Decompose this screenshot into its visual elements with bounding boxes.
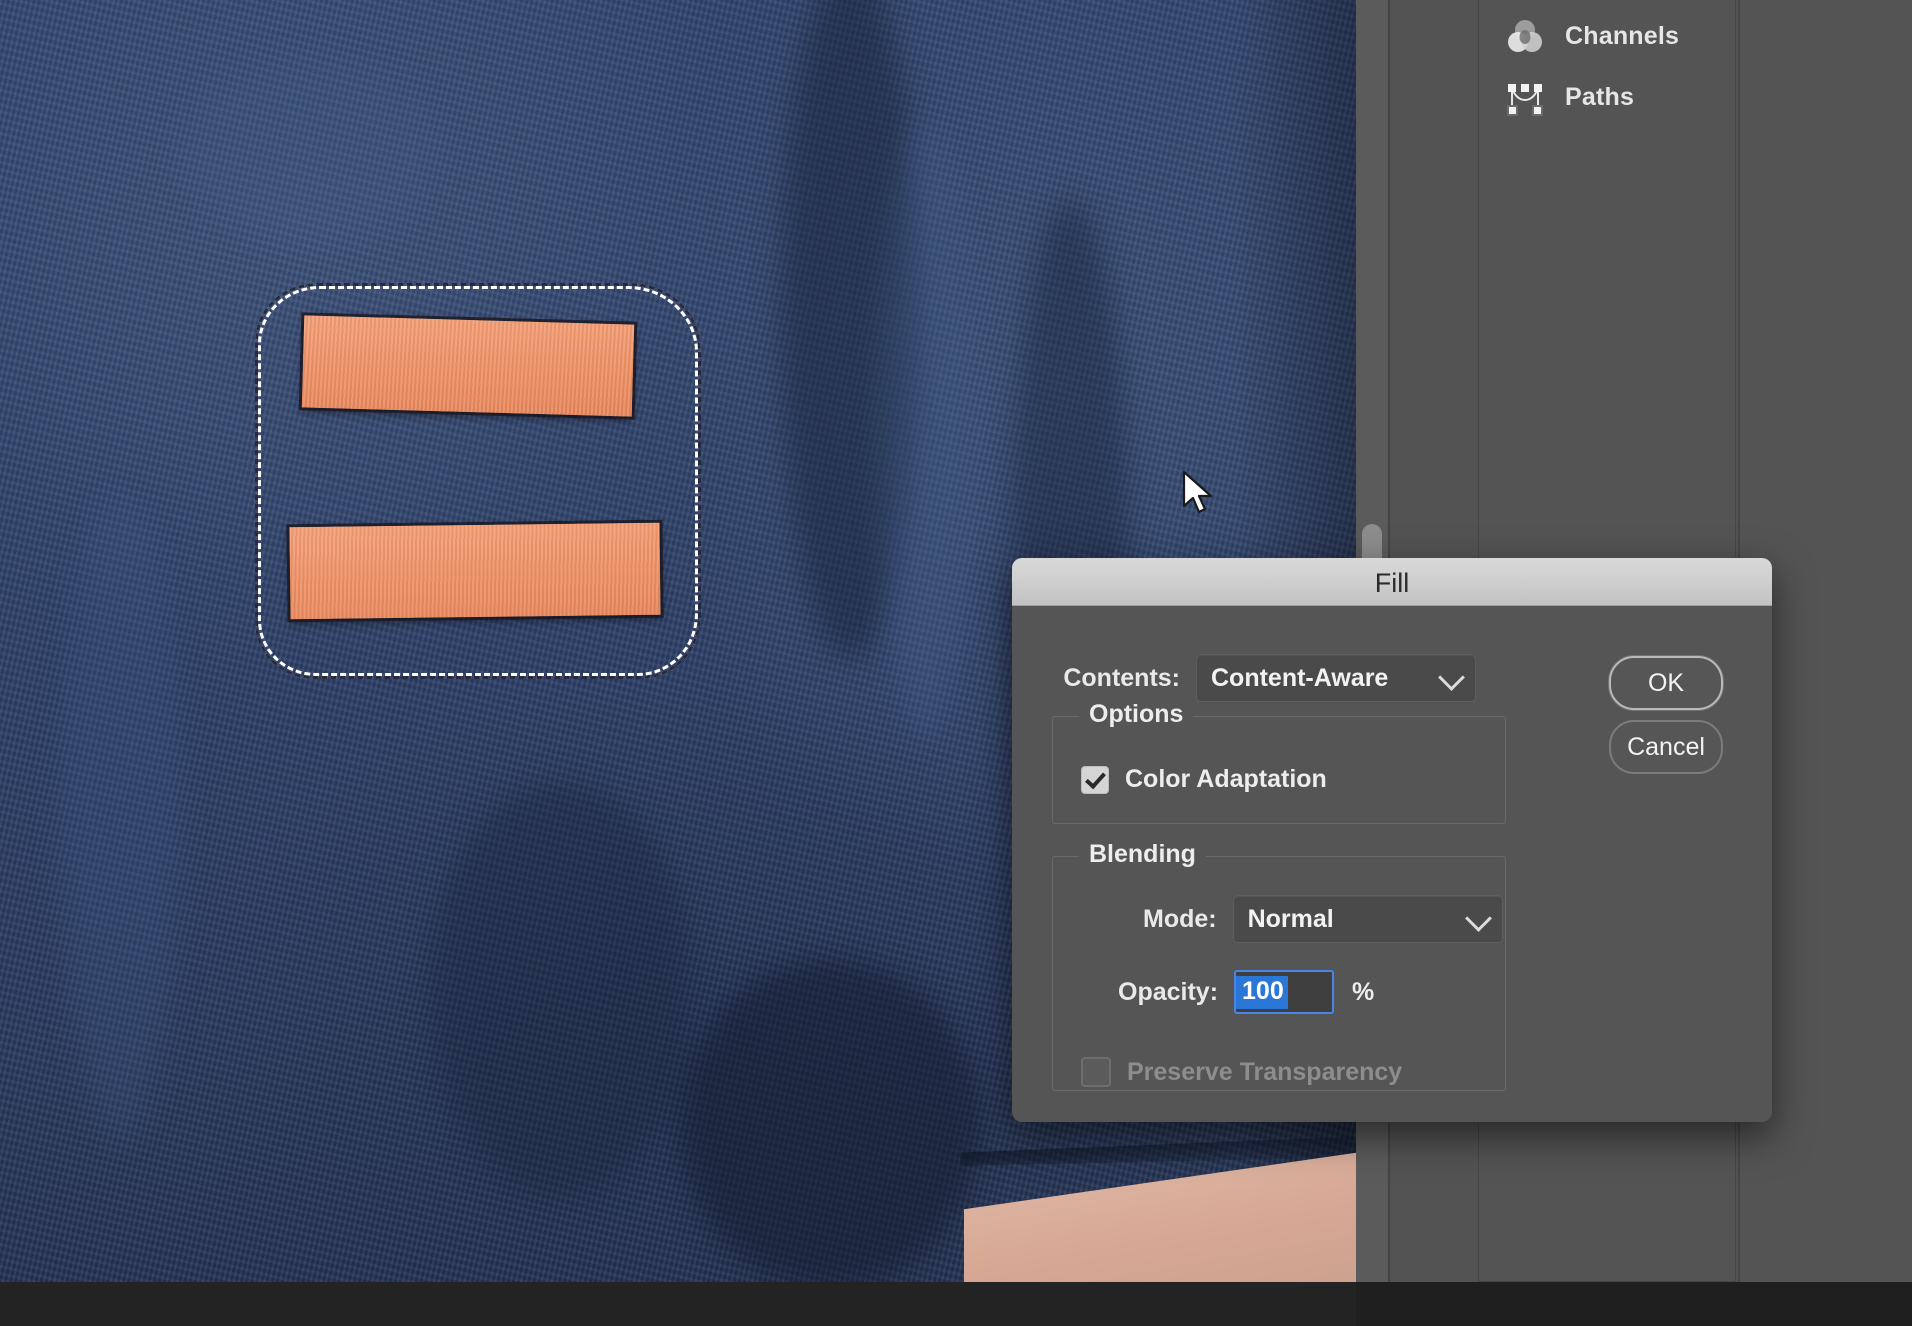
fabric-fold bbox=[180, 60, 440, 240]
cancel-button[interactable]: Cancel bbox=[1609, 720, 1723, 774]
options-group: Options Color Adaptation bbox=[1052, 716, 1506, 824]
blending-group-title: Blending bbox=[1079, 840, 1206, 869]
blend-mode-value: Normal bbox=[1248, 905, 1334, 934]
dialog-title: Fill bbox=[1012, 568, 1772, 599]
chevron-down-icon bbox=[1465, 905, 1492, 932]
color-adaptation-checkbox[interactable] bbox=[1081, 766, 1109, 794]
fabric-fold bbox=[60, 500, 180, 1140]
sidebar-item-paths[interactable]: Paths bbox=[1479, 67, 1735, 128]
panel-tab-list: Layers Channels bbox=[1478, 0, 1736, 129]
contents-dropdown[interactable]: Content-Aware bbox=[1196, 654, 1476, 702]
preserve-transparency-label: Preserve Transparency bbox=[1127, 1058, 1402, 1087]
ok-button-label: OK bbox=[1648, 669, 1684, 698]
fill-dialog: Fill Contents: Content-Aware OK Cancel O… bbox=[1012, 558, 1772, 1122]
blend-mode-dropdown[interactable]: Normal bbox=[1233, 895, 1503, 943]
dialog-body: Contents: Content-Aware OK Cancel Option… bbox=[1012, 606, 1772, 1122]
opacity-input[interactable]: 100 bbox=[1234, 970, 1334, 1014]
opacity-value: 100 bbox=[1236, 976, 1288, 1009]
preserve-transparency-checkbox bbox=[1081, 1057, 1111, 1087]
selection-inner-dashes bbox=[258, 286, 698, 676]
blending-group: Blending Mode: Normal Opacity: 100 % bbox=[1052, 856, 1506, 1091]
sidebar-item-label: Paths bbox=[1565, 83, 1634, 112]
contents-row: Contents: Content-Aware bbox=[1012, 654, 1476, 702]
chevron-down-icon bbox=[1438, 664, 1465, 691]
preserve-transparency-row: Preserve Transparency bbox=[1081, 1057, 1402, 1087]
color-adaptation-label: Color Adaptation bbox=[1125, 765, 1327, 794]
fabric-fold bbox=[430, 780, 690, 1200]
fabric-fold bbox=[680, 960, 980, 1282]
lasso-selection-marquee bbox=[255, 283, 701, 679]
mode-label: Mode: bbox=[1143, 905, 1217, 934]
percent-label: % bbox=[1352, 978, 1374, 1007]
opacity-label: Opacity: bbox=[1118, 978, 1218, 1007]
ok-button[interactable]: OK bbox=[1609, 656, 1723, 710]
options-group-title: Options bbox=[1079, 700, 1193, 729]
fabric-fold bbox=[880, 120, 970, 740]
dialog-title-bar[interactable]: Fill bbox=[1012, 558, 1772, 606]
color-adaptation-checkbox-row[interactable]: Color Adaptation bbox=[1081, 765, 1327, 794]
sidebar-item-channels[interactable]: Channels bbox=[1479, 6, 1735, 67]
bottom-status-bar-right bbox=[1356, 1282, 1912, 1326]
opacity-row: Opacity: 100 % bbox=[1118, 970, 1374, 1014]
cancel-button-label: Cancel bbox=[1627, 733, 1705, 762]
mode-row: Mode: Normal bbox=[1143, 895, 1503, 943]
channels-icon bbox=[1505, 17, 1545, 57]
photoshop-window: Layers Channels bbox=[0, 0, 1912, 1326]
paths-icon bbox=[1505, 78, 1545, 118]
contents-value: Content-Aware bbox=[1211, 664, 1388, 693]
sidebar-item-label: Channels bbox=[1565, 22, 1679, 51]
contents-label: Contents: bbox=[1063, 664, 1180, 693]
